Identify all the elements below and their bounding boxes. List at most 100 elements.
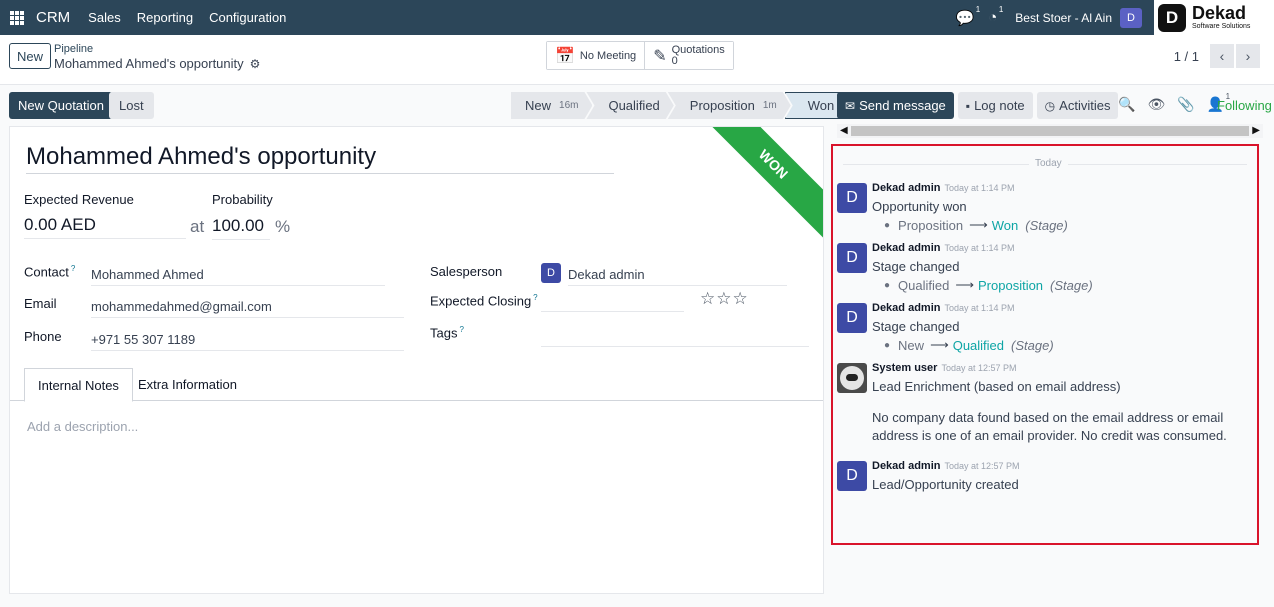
activities-clock-icon[interactable]: ◔ 1 (988, 5, 1003, 26)
app-name[interactable]: CRM (36, 9, 70, 26)
message-detail: No company data found based on the email… (872, 410, 1227, 443)
expected-revenue-field[interactable]: 0.00 AED (24, 215, 186, 239)
tracking-value: ● New ⟶ Qualified (Stage) (884, 337, 1054, 353)
pager-next-icon[interactable]: › (1236, 44, 1260, 68)
currency-label: AED (60, 215, 96, 234)
tracked-field: (Stage) (1025, 217, 1068, 233)
activities-button[interactable]: ◷ Activities (1036, 92, 1119, 119)
author-name[interactable]: Dekad admin (872, 242, 940, 254)
pager-value[interactable]: 1 / 1 (1174, 49, 1199, 64)
author-avatar[interactable]: D (837, 243, 867, 273)
message-time: Today at 1:14 PM (944, 303, 1015, 313)
stage-proposition[interactable]: Proposition 1m (668, 92, 791, 119)
author-avatar[interactable]: D (837, 183, 867, 213)
meetings-smart-button[interactable]: 📅 No Meeting (547, 42, 646, 69)
eye-icon[interactable]: 👁 (1147, 96, 1165, 113)
send-message-button[interactable]: ✉ Send message (837, 92, 954, 119)
contact-label: Contact? (24, 264, 75, 279)
date-separator: Today (843, 158, 1247, 170)
salesperson-label: Salesperson (430, 264, 503, 279)
tab-internal-notes[interactable]: Internal Notes (24, 368, 133, 402)
following-button[interactable]: Following (1217, 98, 1272, 113)
search-icon[interactable]: 🔍 (1118, 96, 1135, 113)
mark-lost-button[interactable]: Lost (109, 92, 154, 119)
tab-extra-information[interactable]: Extra Information (125, 368, 250, 401)
pager-previous-icon[interactable]: ‹ (1210, 44, 1234, 68)
stage-label: Proposition (689, 98, 755, 113)
help-tooltip-icon[interactable]: ? (533, 293, 537, 302)
message-author: Dekad admin Today at 1:14 PM (872, 302, 1015, 314)
tracked-field: (Stage) (1011, 337, 1054, 353)
calendar-icon: 📅 (555, 47, 575, 65)
opportunity-name-field[interactable]: Mohammed Ahmed's opportunity (26, 143, 614, 174)
salesperson-avatar: D (541, 263, 561, 283)
arrow-right-icon: ⟶ (969, 217, 988, 232)
contact-field[interactable]: Mohammed Ahmed (91, 267, 385, 286)
menu-configuration[interactable]: Configuration (209, 10, 286, 25)
phone-field[interactable]: +971 55 307 1189 (91, 332, 404, 351)
new-quotation-button[interactable]: New Quotation (9, 92, 113, 119)
stage-duration: 1m (762, 100, 777, 111)
author-name[interactable]: System user (872, 362, 937, 374)
record-title-text: Mohammed Ahmed's opportunity (54, 56, 244, 71)
log-note-label: Log note (974, 98, 1025, 113)
menu-sales[interactable]: Sales (88, 10, 121, 25)
messages-count: 1 (975, 4, 981, 14)
description-input[interactable]: Add a description... (27, 419, 138, 434)
logo-name: Dekad (1192, 3, 1247, 23)
tags-field[interactable] (541, 327, 809, 347)
help-tooltip-icon[interactable]: ? (459, 325, 463, 334)
company-switcher[interactable]: Best Stoer - Al Ain (1015, 11, 1112, 25)
new-record-button[interactable]: New (9, 43, 51, 69)
system-user-avatar[interactable] (837, 363, 867, 393)
email-label: Email (24, 296, 57, 311)
stage-new[interactable]: New 16m (511, 92, 592, 119)
probability-field[interactable]: 100.00 (212, 216, 270, 240)
author-name[interactable]: Dekad admin (872, 302, 940, 314)
record-title: Mohammed Ahmed's opportunity ⚙ (54, 56, 260, 71)
at-label: at (190, 217, 205, 236)
app-grid-icon[interactable] (10, 10, 24, 25)
expected-revenue-value: 0.00 (24, 215, 58, 234)
quotations-smart-button[interactable]: ✎ Quotations 0 (645, 42, 733, 69)
arrow-right-icon: ⟶ (955, 277, 974, 292)
message-time: Today at 12:57 PM (941, 363, 1017, 373)
help-tooltip-icon[interactable]: ? (71, 264, 75, 273)
menu-reporting[interactable]: Reporting (137, 10, 193, 25)
scroll-left-icon[interactable]: ◀ (840, 124, 848, 138)
percent-label: % (275, 217, 291, 236)
salesperson-field[interactable]: Dekad admin (568, 267, 787, 286)
breadcrumb-pipeline[interactable]: Pipeline (54, 43, 93, 55)
activities-label: Activities (1059, 98, 1111, 113)
today-label: Today (1029, 158, 1068, 169)
smart-buttons: 📅 No Meeting ✎ Quotations 0 (546, 41, 734, 70)
notebook-tabs: Internal Notes Extra Information (10, 368, 823, 402)
paperclip-icon[interactable]: 📎 (1177, 96, 1194, 113)
horizontal-scrollbar[interactable]: ◀ ▶ (837, 124, 1263, 138)
log-note-button[interactable]: ▪ Log note (957, 92, 1033, 119)
old-value: Proposition (898, 217, 964, 233)
messages-icon[interactable]: 💬 1 (956, 5, 981, 27)
author-name[interactable]: Dekad admin (872, 460, 940, 472)
edit-document-icon: ✎ (653, 47, 667, 65)
company-logo: D Dekad Software Solutions (1154, 0, 1274, 35)
envelope-icon: ✉ (845, 98, 856, 113)
quotations-label: Quotations (671, 43, 725, 56)
author-name[interactable]: Dekad admin (872, 182, 940, 194)
scroll-right-icon[interactable]: ▶ (1252, 124, 1260, 138)
author-avatar[interactable]: D (837, 461, 867, 491)
author-avatar[interactable]: D (837, 303, 867, 333)
gear-icon[interactable]: ⚙ (250, 57, 261, 71)
arrow-right-icon: ⟶ (930, 337, 949, 352)
pager: 1 / 1 ‹ › (1174, 44, 1260, 68)
priority-stars[interactable]: ☆☆☆ (700, 289, 749, 309)
won-ribbon: WON (699, 127, 823, 238)
expected-closing-field[interactable] (541, 293, 684, 312)
user-avatar[interactable]: D (1120, 7, 1142, 28)
probability-label: Probability (212, 192, 273, 207)
stage-qualified[interactable]: Qualified (586, 92, 673, 119)
email-field[interactable]: mohammedahmed@gmail.com (91, 299, 404, 318)
scrollbar-thumb[interactable] (851, 126, 1249, 136)
tracked-field: (Stage) (1050, 277, 1093, 293)
new-value: Won (991, 217, 1019, 233)
